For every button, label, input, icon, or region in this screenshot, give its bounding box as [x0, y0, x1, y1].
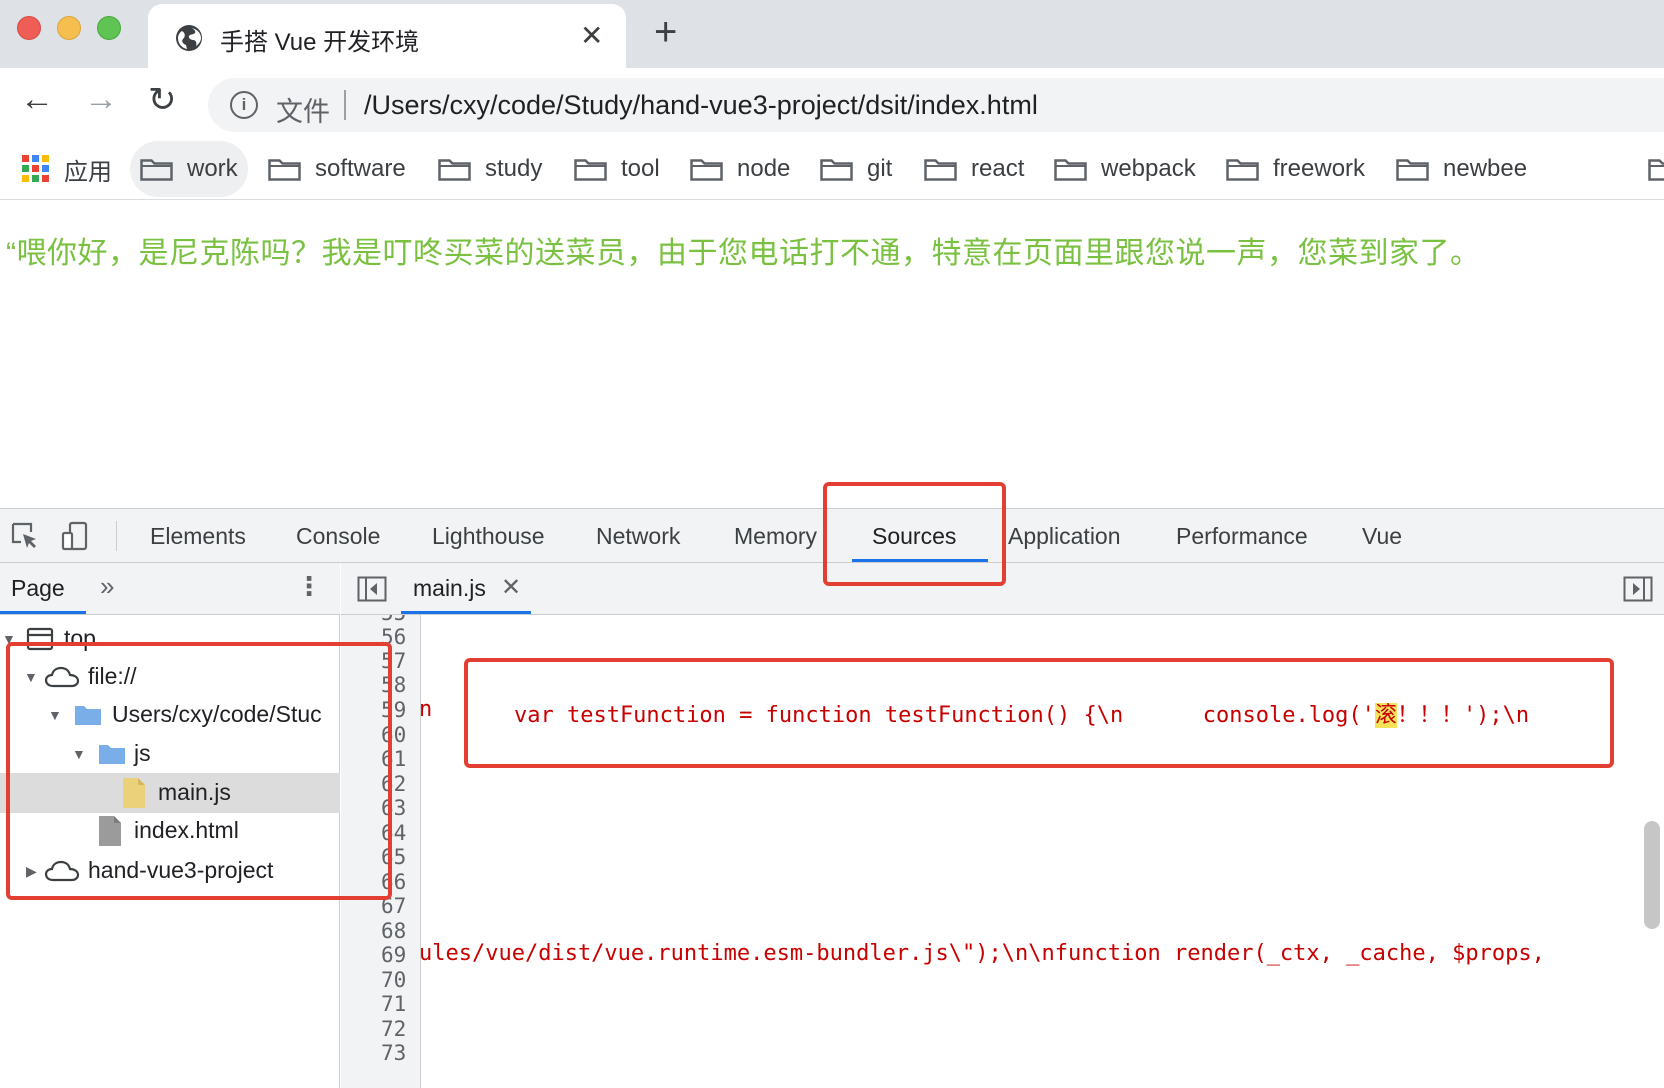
tab-performance[interactable]: Performance: [1176, 523, 1308, 550]
minimize-window-button[interactable]: [57, 16, 81, 40]
tab-page[interactable]: Page: [11, 575, 65, 602]
bookmark-apps[interactable]: 应用: [64, 140, 112, 198]
folder-icon: [820, 157, 853, 181]
bookmark-label: study: [485, 155, 543, 182]
tab-elements[interactable]: Elements: [150, 523, 246, 550]
annotation-box-code: [464, 658, 1614, 768]
bookmark-software[interactable]: software: [268, 140, 406, 198]
bookmark-newbee[interactable]: newbee: [1396, 140, 1527, 198]
line-number: 69: [381, 943, 407, 967]
bookmark-label: software: [315, 155, 406, 182]
toggle-navigator-icon[interactable]: [357, 576, 387, 602]
inspect-element-icon[interactable]: [10, 521, 40, 551]
scheme-label: 文件: [276, 97, 330, 127]
bookmark-tool[interactable]: tool: [574, 140, 660, 198]
annotation-box-sources: [823, 482, 1006, 586]
new-tab-button[interactable]: +: [654, 10, 677, 55]
folder-icon: [690, 157, 723, 181]
info-icon[interactable]: i: [230, 91, 258, 119]
device-toolbar-icon[interactable]: [60, 521, 90, 551]
address-separator: [344, 90, 346, 120]
folder-icon: [1396, 157, 1429, 181]
bookmark-label: work: [187, 155, 238, 182]
title-bar: 手搭 Vue 开发环境 ✕ +: [0, 0, 1664, 68]
bookmark-freework[interactable]: freework: [1226, 140, 1365, 198]
bookmark-work[interactable]: work: [130, 141, 248, 197]
folder-icon: [1648, 157, 1664, 181]
code-line-69: ules/vue/dist/vue.runtime.esm-bundler.js…: [421, 941, 1545, 966]
kebab-menu-icon[interactable]: ⋮: [296, 571, 322, 602]
bookmark-node[interactable]: node: [690, 140, 790, 198]
line-number: 72: [381, 1017, 407, 1041]
browser-toolbar: ← → ↻ i 文件 /Users/cxy/code/Study/hand-vu…: [0, 68, 1664, 140]
annotation-box-file-tree: [6, 642, 392, 900]
source-editor: main.js ✕ 55 56 57 58 59 60 61 62 63 64 …: [341, 563, 1664, 1088]
more-tabs-icon[interactable]: »: [100, 571, 114, 602]
bookmark-git[interactable]: git: [820, 140, 892, 198]
code-line-59-prefix: n: [421, 697, 433, 722]
line-number: 68: [381, 919, 407, 943]
globe-icon: [176, 25, 202, 51]
folder-icon: [140, 157, 173, 181]
line-number: 70: [381, 968, 407, 992]
file-tab-main-js[interactable]: main.js: [413, 575, 486, 602]
tab-memory[interactable]: Memory: [734, 523, 817, 550]
page-tab-indicator: [0, 611, 86, 614]
tab-network[interactable]: Network: [596, 523, 680, 550]
tab-console[interactable]: Console: [296, 523, 380, 550]
toolbar-divider: [116, 521, 117, 551]
toggle-debugger-icon[interactable]: [1623, 576, 1653, 602]
tab-title: 手搭 Vue 开发环境: [220, 29, 420, 56]
bookmark-label: git: [867, 155, 893, 182]
bookmark-label: newbee: [1443, 155, 1528, 182]
back-button[interactable]: ←: [20, 80, 54, 119]
bookmark-study[interactable]: study: [438, 140, 542, 198]
bookmark-overflow-folder[interactable]: [1648, 140, 1664, 198]
navigator-header: Page » ⋮: [0, 563, 340, 615]
page-viewport: “喂你好，是尼克陈吗？我是叮咚买菜的送菜员，由于您电话打不通，特意在页面里跟您说…: [0, 200, 1664, 508]
folder-icon: [1054, 157, 1087, 181]
tab-close-icon[interactable]: ✕: [580, 19, 603, 52]
bookmark-webpack[interactable]: webpack: [1054, 140, 1196, 198]
bookmark-label: webpack: [1101, 155, 1196, 182]
folder-icon: [268, 157, 301, 181]
close-window-button[interactable]: [17, 16, 41, 40]
vertical-scrollbar[interactable]: [1644, 821, 1660, 929]
zoom-window-button[interactable]: [97, 16, 121, 40]
bookmark-label: node: [737, 155, 791, 182]
tab-lighthouse[interactable]: Lighthouse: [432, 523, 545, 550]
tab-vue[interactable]: Vue: [1362, 523, 1402, 550]
url-text[interactable]: /Users/cxy/code/Study/hand-vue3-project/…: [364, 90, 1038, 121]
folder-icon: [574, 157, 607, 181]
bookmark-label: freework: [1273, 155, 1366, 182]
folder-icon: [1226, 157, 1259, 181]
address-bar[interactable]: i 文件 /Users/cxy/code/Study/hand-vue3-pro…: [208, 78, 1664, 132]
line-number: 55: [381, 615, 406, 625]
bookmark-label: tool: [621, 155, 660, 182]
line-number: 71: [381, 992, 407, 1016]
folder-icon: [924, 157, 957, 181]
bookmark-react[interactable]: react: [924, 140, 1024, 198]
line-number: 73: [381, 1041, 407, 1065]
close-file-icon[interactable]: ✕: [501, 573, 521, 602]
browser-tab[interactable]: 手搭 Vue 开发环境 ✕: [148, 4, 626, 68]
bookmark-label: react: [971, 155, 1025, 182]
folder-icon: [438, 157, 471, 181]
page-message: “喂你好，是尼克陈吗？我是叮咚买菜的送菜员，由于您电话打不通，特意在页面里跟您说…: [6, 237, 1481, 270]
forward-button[interactable]: →: [84, 80, 118, 119]
tab-application[interactable]: Application: [1008, 523, 1121, 550]
file-tab-indicator: [401, 611, 531, 614]
bookmarks-bar: 应用 work software study tool node git rea…: [0, 140, 1664, 200]
apps-grid-icon[interactable]: [22, 155, 49, 182]
reload-button[interactable]: ↻: [148, 80, 177, 120]
